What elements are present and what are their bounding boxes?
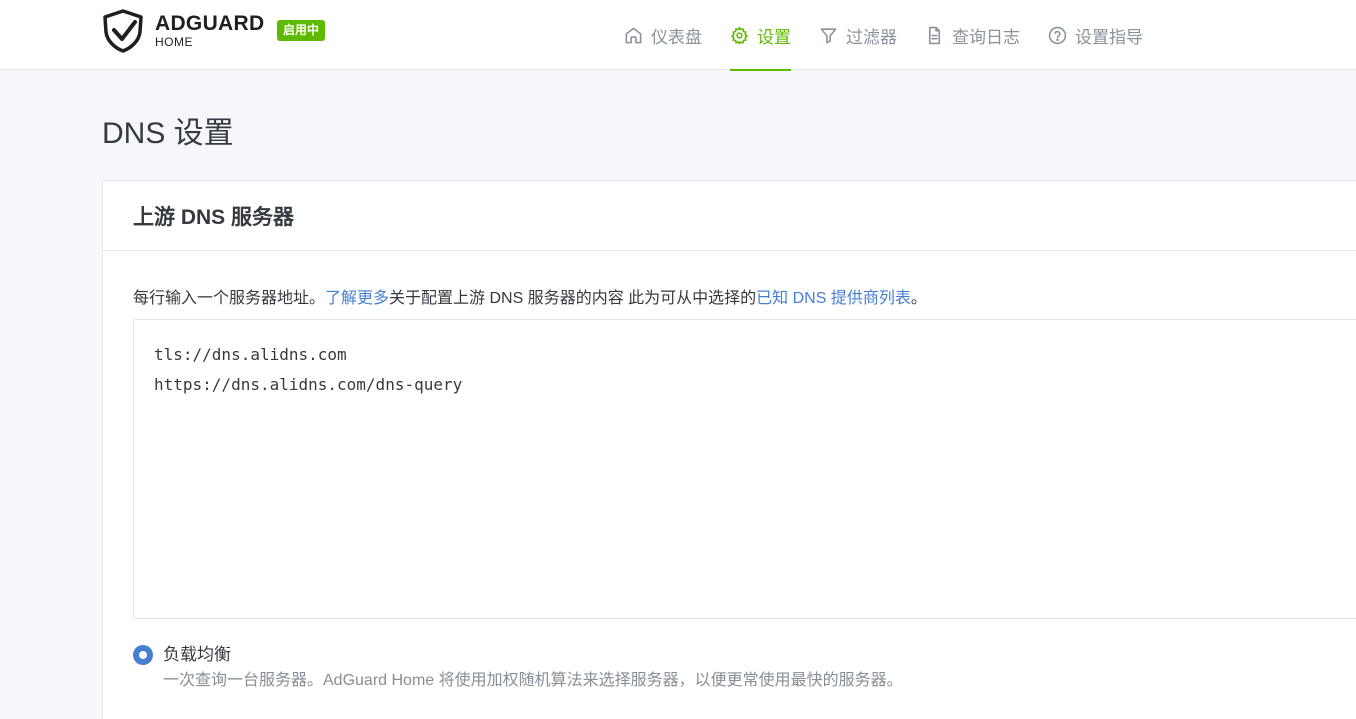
card-header: 上游 DNS 服务器 <box>103 181 1356 251</box>
known-providers-link[interactable]: 已知 DNS 提供商列表 <box>756 290 911 307</box>
learn-more-link[interactable]: 了解更多 <box>325 290 389 307</box>
adguard-shield-logo[interactable] <box>100 8 146 54</box>
nav-settings[interactable]: 设置 <box>730 0 791 71</box>
card-title: 上游 DNS 服务器 <box>133 205 295 229</box>
load-balance-radio[interactable] <box>133 645 153 665</box>
gear-icon <box>731 26 748 44</box>
load-balance-option[interactable]: 负载均衡 一次查询一台服务器。AdGuard Home 将使用加权随机算法来选择… <box>133 643 903 693</box>
upstream-help-text: 每行输入一个服务器地址。了解更多关于配置上游 DNS 服务器的内容 此为可从中选… <box>133 284 927 308</box>
home-icon <box>625 27 642 43</box>
brand-sub: HOME <box>155 35 193 49</box>
nav-filters-label: 过滤器 <box>846 27 897 48</box>
help-suffix: 。 <box>910 290 927 307</box>
load-balance-label: 负载均衡 <box>163 645 231 664</box>
help-middle: 关于配置上游 DNS 服务器的内容 此为可从中选择的 <box>389 290 757 307</box>
nav-dashboard-label: 仪表盘 <box>651 27 702 48</box>
page-title: DNS 设置 <box>102 117 234 150</box>
load-balance-text: 负载均衡 一次查询一台服务器。AdGuard Home 将使用加权随机算法来选择… <box>163 643 903 693</box>
nav-query-log-label: 查询日志 <box>952 27 1020 48</box>
upstream-servers-textarea[interactable]: tls://dns.alidns.com https://dns.alidns.… <box>133 319 1356 619</box>
load-balance-desc: 一次查询一台服务器。AdGuard Home 将使用加权随机算法来选择服务器，以… <box>163 672 903 689</box>
help-prefix: 每行输入一个服务器地址。 <box>133 290 326 307</box>
status-badge: 启用中 <box>277 20 326 41</box>
nav-filters[interactable]: 过滤器 <box>819 0 897 70</box>
brand-name: ADGUARD <box>155 12 265 35</box>
top-header: ADGUARD HOME 启用中 仪表盘 设置 过滤器 查询日志 设置指导 <box>0 0 1356 71</box>
document-icon <box>928 26 941 44</box>
main-nav: 仪表盘 设置 过滤器 查询日志 设置指导 <box>624 0 1171 71</box>
nav-dashboard[interactable]: 仪表盘 <box>624 0 702 70</box>
nav-settings-label: 设置 <box>757 27 791 48</box>
nav-query-log[interactable]: 查询日志 <box>925 0 1020 70</box>
brand[interactable]: ADGUARD HOME <box>155 12 265 50</box>
nav-setup-guide[interactable]: 设置指导 <box>1048 0 1143 70</box>
filter-icon <box>820 27 837 43</box>
nav-setup-guide-label: 设置指导 <box>1075 27 1143 48</box>
upstream-dns-card: 上游 DNS 服务器 每行输入一个服务器地址。了解更多关于配置上游 DNS 服务… <box>102 180 1356 719</box>
radio-checked-dot <box>139 651 147 659</box>
help-circle-icon <box>1048 26 1067 44</box>
